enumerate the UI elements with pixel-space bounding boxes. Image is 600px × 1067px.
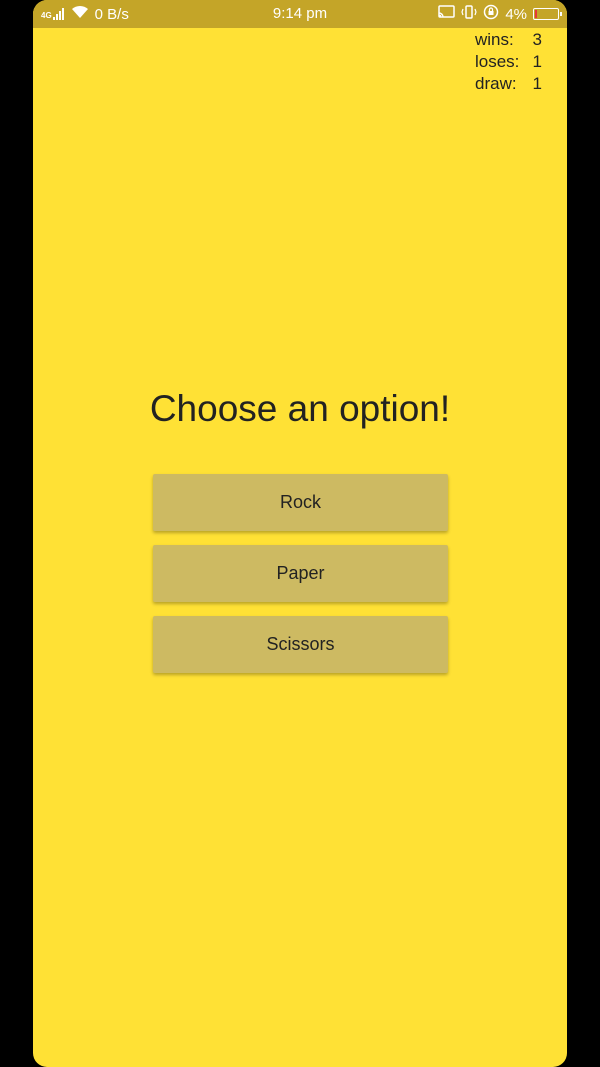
app-screen: 4G 0 B/s 9:14 pm 4% wins: 3 loses: 1 dra… [33,0,567,1067]
score-value: 3 [532,30,542,49]
page-title: Choose an option! [149,388,451,429]
rotation-lock-icon [483,4,499,24]
battery-icon [533,8,562,20]
vibrate-icon [461,4,477,24]
options-group: Rock Paper Scissors [153,474,448,687]
score-row-loses: loses: 1 [475,51,542,73]
battery-level-fill [535,10,537,18]
battery-percent: 4% [505,5,527,23]
score-label: wins: [475,30,514,49]
score-value: 1 [532,52,542,71]
scoreboard: wins: 3 loses: 1 draw: 1 [475,29,542,95]
rock-button[interactable]: Rock [153,474,448,531]
score-value: 1 [532,74,542,93]
scissors-button[interactable]: Scissors [153,616,448,673]
status-right-group: 4% [438,4,562,24]
score-row-wins: wins: 3 [475,29,542,51]
cast-icon [438,5,456,23]
score-label: loses: [475,52,520,71]
score-label: draw: [475,74,517,93]
status-bar: 4G 0 B/s 9:14 pm 4% [33,0,567,28]
paper-button[interactable]: Paper [153,545,448,602]
score-row-draw: draw: 1 [475,73,542,95]
